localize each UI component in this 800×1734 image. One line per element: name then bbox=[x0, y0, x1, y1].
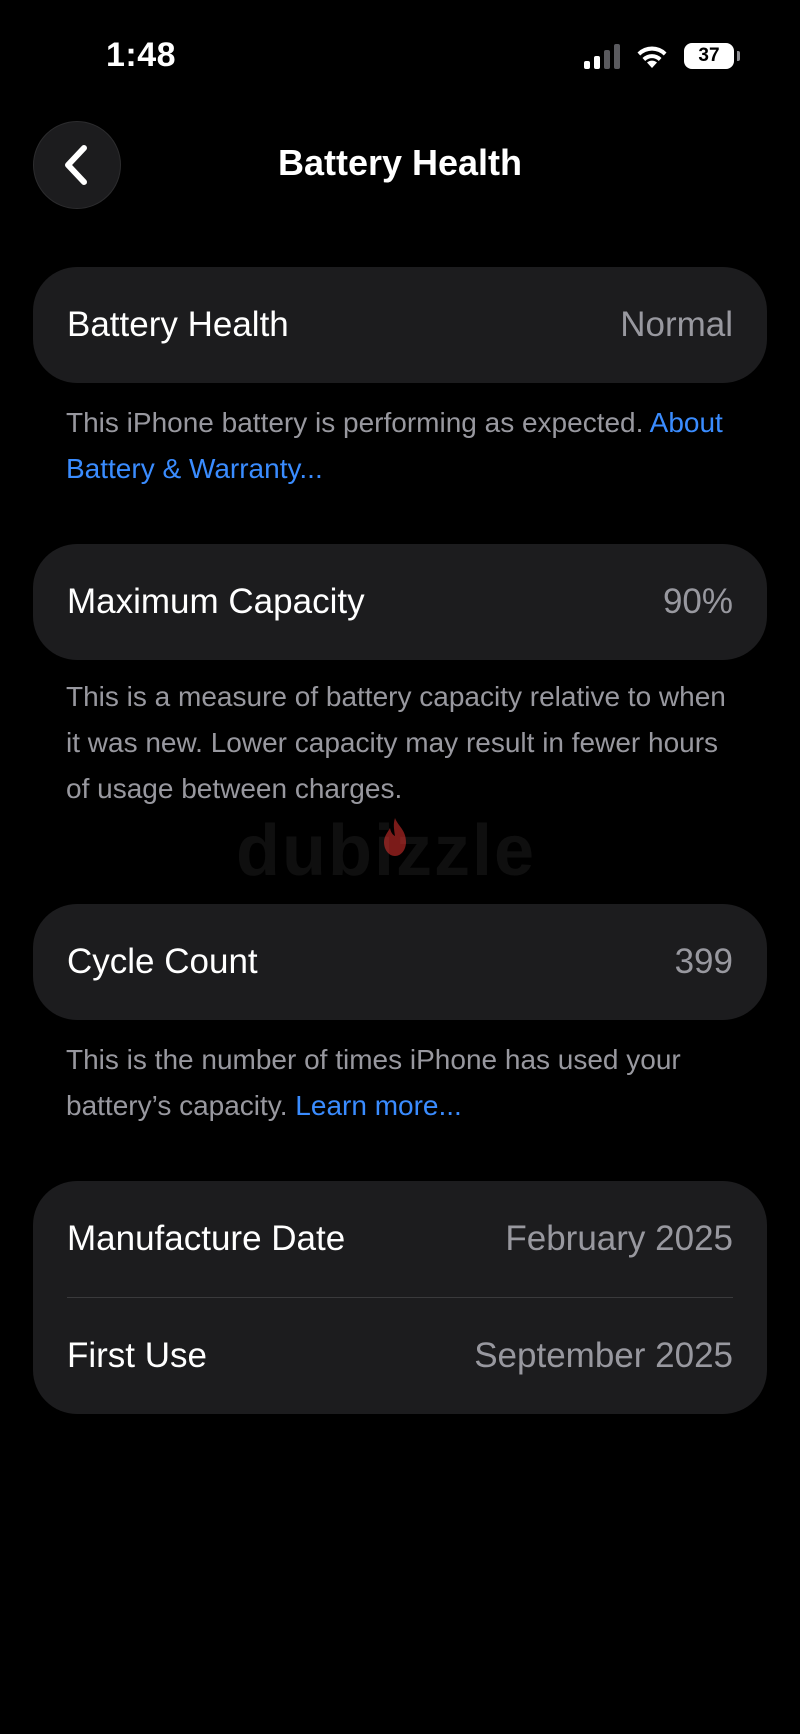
cycle-count-row: Cycle Count 399 bbox=[33, 904, 767, 1020]
battery-health-card: Battery Health Normal bbox=[33, 267, 767, 383]
battery-status-icon: 37 bbox=[684, 43, 740, 69]
manufacture-date-label: Manufacture Date bbox=[67, 1219, 346, 1258]
maximum-capacity-footnote: This is a measure of battery capacity re… bbox=[66, 674, 746, 812]
status-time: 1:48 bbox=[106, 36, 177, 74]
maximum-capacity-label: Maximum Capacity bbox=[67, 582, 365, 621]
maximum-capacity-footnote-text: This is a measure of battery capacity re… bbox=[66, 681, 726, 804]
page-title: Battery Health bbox=[277, 142, 523, 183]
cycle-count-label: Cycle Count bbox=[67, 942, 258, 981]
first-use-value: September 2025 bbox=[474, 1336, 733, 1375]
cycle-count-value: 399 bbox=[674, 942, 733, 981]
battery-health-label: Battery Health bbox=[67, 305, 289, 344]
battery-level: 37 bbox=[698, 45, 720, 66]
status-icons: 37 bbox=[584, 42, 740, 70]
maximum-capacity-value: 90% bbox=[662, 582, 733, 621]
wifi-icon bbox=[637, 46, 667, 68]
cycle-count-card: Cycle Count 399 bbox=[33, 904, 767, 1020]
cycle-count-footnote: This is the number of times iPhone has u… bbox=[66, 1037, 746, 1129]
maximum-capacity-card: Maximum Capacity 90% bbox=[33, 544, 767, 660]
battery-health-footnote: This iPhone battery is performing as exp… bbox=[66, 400, 746, 492]
first-use-row: First Use September 2025 bbox=[33, 1298, 767, 1414]
flame-logo-icon bbox=[384, 818, 406, 856]
maximum-capacity-row: Maximum Capacity 90% bbox=[33, 544, 767, 660]
status-bar: 1:48 37 bbox=[0, 0, 800, 110]
manufacture-date-value: February 2025 bbox=[505, 1219, 733, 1258]
dubizzle-watermark: dubizzle bbox=[236, 811, 536, 891]
manufacture-date-row: Manufacture Date February 2025 bbox=[33, 1181, 767, 1297]
cellular-signal-icon bbox=[584, 43, 620, 69]
learn-more-link[interactable]: Learn more... bbox=[295, 1090, 462, 1121]
dates-card: Manufacture Date February 2025 First Use… bbox=[33, 1181, 767, 1414]
battery-health-footnote-text: This iPhone battery is performing as exp… bbox=[66, 407, 650, 438]
first-use-label: First Use bbox=[67, 1336, 207, 1375]
battery-health-row: Battery Health Normal bbox=[33, 267, 767, 383]
battery-health-value: Normal bbox=[620, 305, 733, 344]
